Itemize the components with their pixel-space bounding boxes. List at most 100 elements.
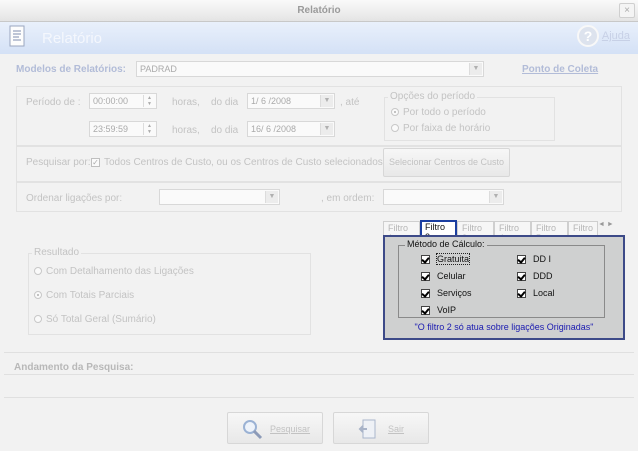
sair-button[interactable]: Sair	[333, 412, 429, 444]
check-icon: ✓	[91, 157, 100, 167]
resultado-title: Resultado	[32, 247, 82, 258]
radio-icon	[34, 315, 42, 324]
tab-filtro-6[interactable]: Filtro	[568, 221, 598, 235]
horas-label: horas,	[172, 97, 200, 108]
report-document-icon	[9, 25, 25, 47]
end-date-picker[interactable]: 16/ 6 /2008 ▼	[247, 121, 335, 137]
ddi-label: DD I	[533, 254, 551, 264]
ddi-checkbox[interactable]: DD I	[517, 254, 551, 265]
modelos-value: PADRAD	[140, 64, 177, 74]
selecionar-centros-button[interactable]: Selecionar Centros de Custo	[383, 148, 510, 177]
help-label: Ajuda	[601, 30, 630, 42]
todos-centros-label: Todos Centros de Custo	[104, 157, 212, 168]
start-time-value: 00:00:00	[93, 96, 129, 106]
help-link[interactable]: ? Ajuda	[577, 25, 630, 47]
gratuita-label: Gratuita	[435, 253, 471, 265]
pesquisar-suffix: , ou os Centros de Custo selecionados:	[211, 157, 386, 168]
voip-label: VoIP	[437, 305, 457, 315]
radio-icon	[34, 267, 42, 276]
filtro-2-panel: Método de Cálculo: Gratuita DD I Celular…	[383, 235, 625, 340]
tab-filtro-3[interactable]: Filtro 3	[457, 221, 494, 243]
help-icon: ?	[577, 25, 600, 47]
pesquisar-label: Pesquisar	[270, 424, 311, 434]
radio-icon	[391, 124, 399, 133]
filtro-2-note: "O filtro 2 só atua sobre ligações Origi…	[414, 322, 594, 332]
opcao-faixa-horario-label: Por faixa de horário	[403, 123, 491, 134]
divider	[4, 352, 634, 353]
do-dia-label: do dia	[211, 97, 239, 108]
resultado-detalhamento-label: Com Detalhamento das Ligações	[46, 266, 194, 277]
start-date-value: 1/ 6 /2008	[251, 96, 292, 106]
title-bar: Relatório ×	[0, 0, 638, 22]
andamento-label: Andamento da Pesquisa:	[14, 362, 134, 373]
servicos-checkbox[interactable]: Serviços	[421, 288, 472, 299]
em-ordem-label: , em ordem:	[321, 193, 375, 204]
check-icon	[517, 289, 526, 299]
chevron-down-icon: ▼	[320, 95, 333, 107]
exit-door-icon	[358, 419, 376, 439]
metodo-calculo-label: Método de Cálculo:	[405, 239, 487, 249]
sair-label: Sair	[388, 424, 405, 434]
ponto-coleta-link[interactable]: Ponto de Coleta	[522, 64, 598, 75]
local-checkbox[interactable]: Local	[517, 288, 555, 299]
tab-filtro-1[interactable]: Filtro 1	[383, 221, 420, 243]
local-label: Local	[533, 288, 555, 298]
check-icon	[421, 289, 430, 299]
celular-label: Celular	[437, 271, 466, 281]
opcao-todo-periodo[interactable]: Por todo o período	[391, 107, 486, 118]
check-icon	[421, 255, 430, 265]
magnifier-icon	[243, 420, 263, 440]
check-icon	[517, 255, 526, 265]
start-date-picker[interactable]: 1/ 6 /2008 ▼	[247, 93, 335, 109]
window-title: Relatório	[297, 5, 341, 16]
start-time-input[interactable]: 00:00:00 ▲ ▼	[89, 93, 157, 109]
scroll-right-icon[interactable]: ►	[607, 221, 614, 228]
modelos-select[interactable]: PADRAD ▼	[136, 61, 484, 77]
opcao-faixa-horario[interactable]: Por faixa de horário	[391, 123, 490, 134]
servicos-label: Serviços	[437, 288, 472, 298]
horas-label-2: horas,	[172, 125, 200, 136]
check-icon	[421, 272, 430, 282]
close-button[interactable]: ×	[619, 3, 635, 18]
todos-centros-checkbox[interactable]: ✓ Todos Centros de Custo	[91, 157, 211, 168]
periodo-label: Período de :	[26, 97, 81, 108]
end-date-value: 16/ 6 /2008	[251, 124, 297, 134]
resultado-totais-parciais[interactable]: Com Totais Parciais	[34, 290, 134, 301]
pesquisar-label: Pesquisar por:	[26, 157, 91, 168]
celular-checkbox[interactable]: Celular	[421, 271, 466, 282]
resultado-total-geral[interactable]: Só Total Geral (Sumário)	[34, 314, 156, 325]
resultado-totais-parciais-label: Com Totais Parciais	[46, 290, 135, 301]
end-time-value: 23:59:59	[93, 124, 129, 134]
chevron-down-icon: ▼	[469, 63, 482, 75]
check-icon	[421, 306, 430, 316]
gratuita-checkbox[interactable]: Gratuita	[421, 253, 471, 265]
header-banner: Relatório ? Ajuda	[0, 22, 638, 54]
modelos-label: Modelos de Relatórios:	[16, 64, 127, 75]
tab-filtro-5[interactable]: Filtro 5	[531, 221, 568, 243]
resultado-detalhamento[interactable]: Com Detalhamento das Ligações	[34, 266, 194, 277]
check-icon	[517, 272, 526, 282]
chevron-down-icon: ▼	[320, 123, 333, 135]
radio-icon	[391, 108, 399, 117]
resultado-total-geral-label: Só Total Geral (Sumário)	[46, 314, 156, 325]
opcoes-title: Opções do período	[388, 91, 478, 102]
chevron-down-icon: ▼	[265, 191, 278, 203]
tab-filtro-2[interactable]: Filtro 2	[420, 220, 457, 242]
header-title: Relatório	[42, 30, 103, 47]
tab-scroll[interactable]: ◄ ►	[598, 221, 620, 235]
end-time-input[interactable]: 23:59:59 ▲ ▼	[89, 121, 157, 137]
ddd-label: DDD	[533, 271, 553, 281]
ate-label: , até	[340, 97, 360, 108]
pesquisar-button[interactable]: Pesquisar	[227, 412, 323, 444]
ddd-checkbox[interactable]: DDD	[517, 271, 553, 282]
chevron-down-icon: ▼	[489, 191, 502, 203]
ordenar-select[interactable]: ▼	[159, 189, 280, 205]
time-spinner[interactable]: ▲ ▼	[143, 95, 155, 107]
tab-filtro-4[interactable]: Filtro 4	[494, 221, 531, 243]
em-ordem-select[interactable]: ▼	[383, 189, 504, 205]
voip-checkbox[interactable]: VoIP	[421, 305, 457, 316]
time-spinner[interactable]: ▲ ▼	[143, 123, 155, 135]
opcao-todo-periodo-label: Por todo o período	[403, 107, 486, 118]
ordenar-label: Ordenar ligações por:	[26, 193, 123, 204]
scroll-left-icon[interactable]: ◄	[598, 221, 605, 228]
